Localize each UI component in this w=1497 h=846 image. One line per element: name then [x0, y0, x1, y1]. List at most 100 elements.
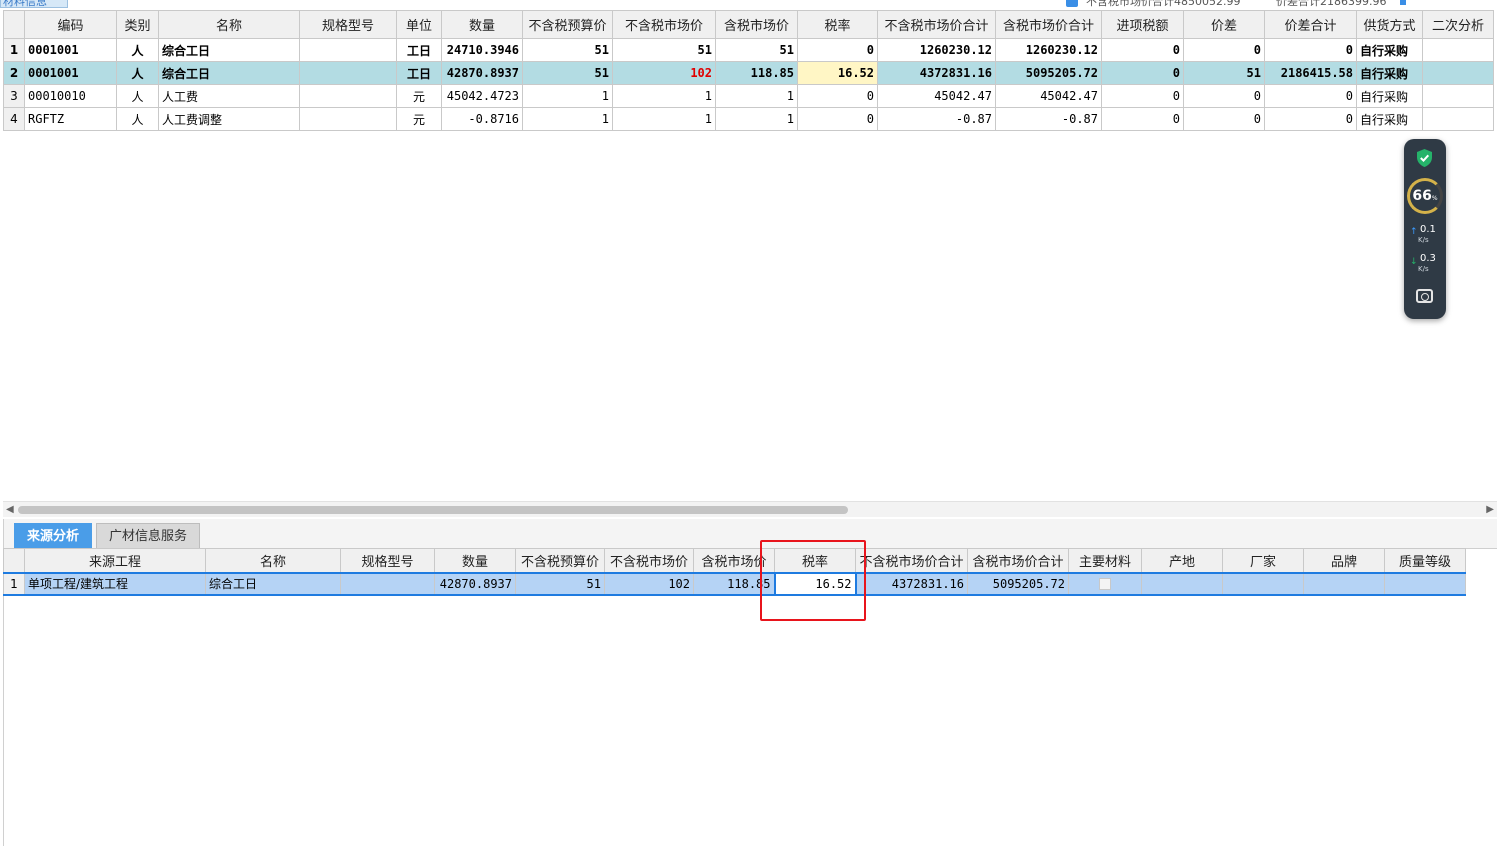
- col-header-name[interactable]: 名称: [158, 10, 300, 39]
- cell-taxed-price[interactable]: 1: [715, 107, 798, 131]
- cell-market-price[interactable]: 51: [612, 38, 716, 62]
- col-header-tax-rate[interactable]: 税率: [797, 10, 878, 39]
- cell-taxed-total[interactable]: 1260230.12: [995, 38, 1102, 62]
- cell-secondary[interactable]: [1422, 107, 1494, 131]
- table-row[interactable]: 3 00010010 人 人工费 元 45042.4723 1 1 1 0 45…: [3, 84, 1494, 108]
- cell-taxed-total[interactable]: 45042.47: [995, 84, 1102, 108]
- cell-input-tax[interactable]: 0: [1101, 84, 1184, 108]
- cell-taxed-total[interactable]: -0.87: [995, 107, 1102, 131]
- col-header-diff-total[interactable]: 价差合计: [1264, 10, 1357, 39]
- col-header-market-price[interactable]: 不含税市场价: [612, 10, 716, 39]
- cell-market-total[interactable]: 1260230.12: [877, 38, 996, 62]
- col-header-qty[interactable]: 数量: [434, 548, 516, 573]
- cell-name[interactable]: 综合工日: [158, 38, 300, 62]
- col-header-quality[interactable]: 质量等级: [1384, 548, 1466, 573]
- cell-name[interactable]: 人工费: [158, 84, 300, 108]
- cell-name[interactable]: 综合工日: [158, 61, 300, 85]
- cell-unit[interactable]: 元: [396, 84, 442, 108]
- cell-tax-rate[interactable]: 0: [797, 84, 878, 108]
- cell-taxed-price[interactable]: 1: [715, 84, 798, 108]
- price-total-checkbox[interactable]: [1066, 0, 1078, 7]
- cell-qty[interactable]: 42870.8937: [441, 61, 523, 85]
- col-header-unit[interactable]: 单位: [396, 10, 442, 39]
- cell-secondary[interactable]: [1422, 38, 1494, 62]
- cell-spec[interactable]: [340, 571, 435, 596]
- cell-code[interactable]: 0001001: [24, 38, 117, 62]
- cell-budget-price[interactable]: 51: [522, 61, 613, 85]
- tab-source-analysis[interactable]: 来源分析: [14, 523, 93, 549]
- col-header-manufacturer[interactable]: 厂家: [1222, 548, 1304, 573]
- cell-code[interactable]: 00010010: [24, 84, 117, 108]
- cell-type[interactable]: 人: [116, 84, 159, 108]
- col-header-taxed-total[interactable]: 含税市场价合计: [995, 10, 1102, 39]
- cell-diff-total[interactable]: 2186415.58: [1264, 61, 1357, 85]
- col-header-qty[interactable]: 数量: [441, 10, 523, 39]
- cell-unit[interactable]: 工日: [396, 61, 442, 85]
- cell-diff-total[interactable]: 0: [1264, 38, 1357, 62]
- cell-taxed-price[interactable]: 51: [715, 38, 798, 62]
- cell-qty[interactable]: 24710.3946: [441, 38, 523, 62]
- col-header-price-diff[interactable]: 价差: [1183, 10, 1265, 39]
- cell-source-project[interactable]: 单项工程/建筑工程: [24, 571, 206, 596]
- cell-tax-rate[interactable]: 0: [797, 38, 878, 62]
- cell-quality[interactable]: [1384, 571, 1466, 596]
- col-header-type[interactable]: 类别: [116, 10, 159, 39]
- cell-unit[interactable]: 工日: [396, 38, 442, 62]
- cell-price-diff[interactable]: 0: [1183, 84, 1265, 108]
- cell-qty[interactable]: -0.8716: [441, 107, 523, 131]
- cell-tax-rate[interactable]: 16.52: [797, 61, 878, 85]
- cell-price-diff[interactable]: 0: [1183, 38, 1265, 62]
- cell-spec[interactable]: [299, 84, 397, 108]
- cell-name[interactable]: 人工费调整: [158, 107, 300, 131]
- col-header-budget-price[interactable]: 不含税预算价: [515, 548, 605, 573]
- col-header-market-total[interactable]: 不含税市场价合计: [855, 548, 968, 573]
- col-header-market-price[interactable]: 不含税市场价: [604, 548, 694, 573]
- col-header-market-total[interactable]: 不含税市场价合计: [877, 10, 996, 39]
- cell-name[interactable]: 综合工日: [205, 571, 341, 596]
- col-header-spec[interactable]: 规格型号: [299, 10, 397, 39]
- cell-brand[interactable]: [1303, 571, 1385, 596]
- col-header-taxed-total[interactable]: 含税市场价合计: [967, 548, 1069, 573]
- cell-manufacturer[interactable]: [1222, 571, 1304, 596]
- cell-code[interactable]: RGFTZ: [24, 107, 117, 131]
- col-header-main-material[interactable]: 主要材料: [1068, 548, 1142, 573]
- col-header-origin[interactable]: 产地: [1141, 548, 1223, 573]
- cell-code[interactable]: 0001001: [24, 61, 117, 85]
- cell-taxed-price[interactable]: 118.85: [715, 61, 798, 85]
- cell-taxed-total[interactable]: 5095205.72: [967, 571, 1069, 596]
- cell-market-price[interactable]: 1: [612, 107, 716, 131]
- cell-budget-price[interactable]: 1: [522, 107, 613, 131]
- cell-market-total[interactable]: 4372831.16: [855, 571, 968, 596]
- toolbar-icon[interactable]: [1400, 0, 1406, 5]
- cell-secondary[interactable]: [1422, 61, 1494, 85]
- memory-gauge[interactable]: 66%: [1407, 178, 1443, 214]
- cell-taxed-total[interactable]: 5095205.72: [995, 61, 1102, 85]
- cell-spec[interactable]: [299, 107, 397, 131]
- col-header-input-tax[interactable]: 进项税额: [1101, 10, 1184, 39]
- col-header-brand[interactable]: 品牌: [1303, 548, 1385, 573]
- cell-market-total[interactable]: 4372831.16: [877, 61, 996, 85]
- cell-price-diff[interactable]: 51: [1183, 61, 1265, 85]
- shield-check-icon[interactable]: [1416, 149, 1433, 167]
- cell-price-diff[interactable]: 0: [1183, 107, 1265, 131]
- cell-diff-total[interactable]: 0: [1264, 107, 1357, 131]
- cell-budget-price[interactable]: 1: [522, 84, 613, 108]
- horizontal-scrollbar[interactable]: ◀ ▶: [3, 501, 1497, 517]
- cell-qty[interactable]: 42870.8937: [434, 571, 516, 596]
- col-header-code[interactable]: 编码: [24, 10, 117, 39]
- cell-secondary[interactable]: [1422, 84, 1494, 108]
- col-header-supply[interactable]: 供货方式: [1356, 10, 1423, 39]
- scroll-right-icon[interactable]: ▶: [1486, 504, 1494, 515]
- cell-market-total[interactable]: 45042.47: [877, 84, 996, 108]
- cell-budget-price[interactable]: 51: [522, 38, 613, 62]
- cell-spec[interactable]: [299, 38, 397, 62]
- cell-type[interactable]: 人: [116, 38, 159, 62]
- cell-supply[interactable]: 自行采购: [1356, 107, 1423, 131]
- material-info-tab[interactable]: 材料信息: [0, 0, 68, 8]
- scroll-thumb[interactable]: [18, 506, 848, 514]
- scroll-left-icon[interactable]: ◀: [6, 504, 14, 515]
- cell-unit[interactable]: 元: [396, 107, 442, 131]
- table-row[interactable]: 4 RGFTZ 人 人工费调整 元 -0.8716 1 1 1 0 -0.87 …: [3, 107, 1494, 131]
- cell-input-tax[interactable]: 0: [1101, 38, 1184, 62]
- cell-input-tax[interactable]: 0: [1101, 61, 1184, 85]
